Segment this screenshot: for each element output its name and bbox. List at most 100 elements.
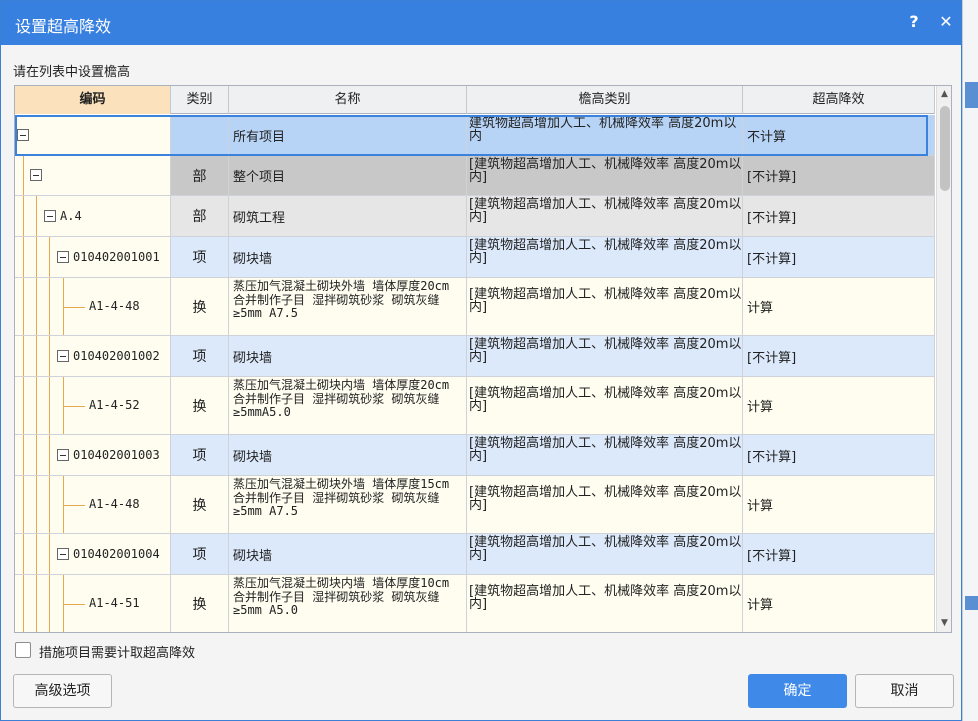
eaves-category-cell[interactable]: [建筑物超高增加人工、机械降效率 高度20m以内] [467, 476, 743, 534]
code-text: A1-4-48 [89, 497, 140, 511]
table-row[interactable]: A1-4-51 换蒸压加气混凝土砌块内墙 墙体厚度10cm 合并制作子目 湿拌砌筑… [15, 575, 935, 632]
code-cell[interactable] [15, 156, 171, 196]
type-cell[interactable] [171, 115, 229, 156]
name-cell[interactable]: 蒸压加气混凝土砌块外墙 墙体厚度20cm 合并制作子目 湿拌砌筑砂浆 砌筑灰缝≥… [229, 278, 467, 336]
scroll-down-icon[interactable]: ▼ [941, 618, 948, 628]
tree-line [23, 534, 24, 574]
table-row[interactable]: A1-4-52 换蒸压加气混凝土砌块内墙 墙体厚度20cm 合并制作子目 湿拌砌筑… [15, 377, 935, 435]
type-cell[interactable]: 项 [171, 336, 229, 377]
column-header-effect[interactable]: 超高降效 [743, 86, 935, 114]
table-row[interactable]: 010402001001 项砌块墙 [建筑物超高增加人工、机械降效率 高度20m以内… [15, 237, 935, 278]
advanced-options-button[interactable]: 高级选项 [13, 674, 112, 708]
code-cell[interactable]: A1-4-48 [15, 476, 171, 534]
ok-button[interactable]: 确定 [748, 674, 847, 708]
vertical-scrollbar[interactable]: ▲ ▼ [936, 86, 951, 632]
code-text: A1-4-52 [89, 398, 140, 412]
reduction-effect-cell[interactable]: [不计算] [743, 196, 935, 237]
reduction-effect-cell[interactable]: 计算 [743, 278, 935, 336]
column-header-code[interactable]: 编码 [15, 86, 171, 114]
table-row[interactable]: 010402001002 项砌块墙 [建筑物超高增加人工、机械降效率 高度20m以内… [15, 336, 935, 377]
eaves-category-cell[interactable]: [建筑物超高增加人工、机械降效率 高度20m以内] [467, 435, 743, 476]
reduction-effect-cell[interactable]: [不计算] [743, 336, 935, 377]
reduction-effect-cell[interactable]: 计算 [743, 476, 935, 534]
table-row[interactable]: 所有项目 建筑物超高增加人工、机械降效率 高度20m以内 不计算 [15, 115, 935, 156]
type-cell[interactable]: 项 [171, 237, 229, 278]
reduction-effect-cell[interactable]: [不计算] [743, 435, 935, 476]
reduction-effect-cell[interactable]: [不计算] [743, 237, 935, 278]
code-cell[interactable]: 010402001003 [15, 435, 171, 476]
close-icon[interactable]: ✕ [935, 11, 957, 33]
name-cell[interactable]: 砌块墙 [229, 336, 467, 377]
collapse-icon[interactable] [57, 449, 69, 461]
scroll-up-icon[interactable]: ▲ [941, 89, 948, 99]
name-cell[interactable]: 蒸压加气混凝土砌块内墙 墙体厚度10cm 合并制作子目 湿拌砌筑砂浆 砌筑灰缝≥… [229, 575, 467, 632]
code-text: 010402001003 [73, 448, 160, 462]
table-row[interactable]: 010402001003 项砌块墙 [建筑物超高增加人工、机械降效率 高度20m以内… [15, 435, 935, 476]
code-cell[interactable]: A1-4-51 [15, 575, 171, 632]
cancel-button[interactable]: 取消 [855, 674, 954, 708]
type-cell[interactable]: 部 [171, 196, 229, 237]
help-icon[interactable]: ? [903, 11, 925, 33]
name-cell[interactable]: 蒸压加气混凝土砌块内墙 墙体厚度20cm 合并制作子目 湿拌砌筑砂浆 砌筑灰缝≥… [229, 377, 467, 435]
collapse-icon[interactable] [30, 169, 42, 181]
column-header-name[interactable]: 名称 [229, 86, 467, 114]
tree-line [49, 575, 50, 632]
measure-items-checkbox[interactable] [15, 642, 31, 658]
type-cell[interactable]: 部 [171, 156, 229, 196]
background-block [965, 82, 978, 108]
eaves-category-cell[interactable]: 建筑物超高增加人工、机械降效率 高度20m以内 [467, 115, 743, 156]
type-cell[interactable]: 换 [171, 575, 229, 632]
reduction-effect-cell[interactable]: 计算 [743, 575, 935, 632]
table-row[interactable]: A.4 部砌筑工程 [建筑物超高增加人工、机械降效率 高度20m以内] [不计算] [15, 196, 935, 237]
eaves-category-cell[interactable]: [建筑物超高增加人工、机械降效率 高度20m以内] [467, 278, 743, 336]
name-cell[interactable]: 所有项目 [229, 115, 467, 156]
reduction-effect-cell[interactable]: 不计算 [743, 115, 935, 156]
tree-line [23, 377, 24, 434]
collapse-icon[interactable] [17, 129, 29, 141]
column-header-category[interactable]: 檐高类别 [467, 86, 743, 114]
name-cell[interactable]: 砌块墙 [229, 534, 467, 575]
scroll-thumb[interactable] [940, 106, 950, 191]
eaves-category-cell[interactable]: [建筑物超高增加人工、机械降效率 高度20m以内] [467, 156, 743, 196]
collapse-icon[interactable] [57, 350, 69, 362]
name-cell[interactable]: 砌筑工程 [229, 196, 467, 237]
eaves-category-cell[interactable]: [建筑物超高增加人工、机械降效率 高度20m以内] [467, 196, 743, 237]
table-row[interactable]: 部整个项目 [建筑物超高增加人工、机械降效率 高度20m以内] [不计算] [15, 156, 935, 196]
tree-line [49, 534, 50, 574]
table-row[interactable]: 010402001004 项砌块墙 [建筑物超高增加人工、机械降效率 高度20m以内… [15, 534, 935, 575]
eaves-category-cell[interactable]: [建筑物超高增加人工、机械降效率 高度20m以内] [467, 237, 743, 278]
tree-line [49, 278, 50, 335]
table-row[interactable]: A1-4-48 换蒸压加气混凝土砌块外墙 墙体厚度15cm 合并制作子目 湿拌砌筑… [15, 476, 935, 534]
name-cell[interactable]: 砌块墙 [229, 237, 467, 278]
type-cell[interactable]: 换 [171, 476, 229, 534]
type-cell[interactable]: 项 [171, 435, 229, 476]
eaves-category-cell[interactable]: [建筑物超高增加人工、机械降效率 高度20m以内] [467, 336, 743, 377]
name-cell[interactable]: 砌块墙 [229, 435, 467, 476]
tree-line [23, 575, 24, 632]
type-cell[interactable]: 换 [171, 377, 229, 435]
name-cell[interactable]: 整个项目 [229, 156, 467, 196]
type-cell[interactable]: 换 [171, 278, 229, 336]
eaves-category-cell[interactable]: [建筑物超高增加人工、机械降效率 高度20m以内] [467, 377, 743, 435]
code-cell[interactable]: A1-4-48 [15, 278, 171, 336]
code-cell[interactable]: 010402001001 [15, 237, 171, 278]
code-cell[interactable]: 010402001004 [15, 534, 171, 575]
settings-dialog: 设置超高降效 ? ✕ 请在列表中设置檐高 编码 类别 名称 檐高类别 超高降效 … [0, 0, 962, 721]
reduction-effect-cell[interactable]: 计算 [743, 377, 935, 435]
collapse-icon[interactable] [57, 548, 69, 560]
title-bar: 设置超高降效 ? ✕ [1, 1, 961, 45]
type-cell[interactable]: 项 [171, 534, 229, 575]
reduction-effect-cell[interactable]: [不计算] [743, 156, 935, 196]
name-cell[interactable]: 蒸压加气混凝土砌块外墙 墙体厚度15cm 合并制作子目 湿拌砌筑砂浆 砌筑灰缝≥… [229, 476, 467, 534]
column-header-type[interactable]: 类别 [171, 86, 229, 114]
code-cell[interactable]: A1-4-52 [15, 377, 171, 435]
collapse-icon[interactable] [57, 251, 69, 263]
eaves-category-cell[interactable]: [建筑物超高增加人工、机械降效率 高度20m以内] [467, 534, 743, 575]
collapse-icon[interactable] [44, 210, 56, 222]
code-cell[interactable]: A.4 [15, 196, 171, 237]
code-cell[interactable] [15, 115, 171, 156]
table-row[interactable]: A1-4-48 换蒸压加气混凝土砌块外墙 墙体厚度20cm 合并制作子目 湿拌砌筑… [15, 278, 935, 336]
code-cell[interactable]: 010402001002 [15, 336, 171, 377]
reduction-effect-cell[interactable]: [不计算] [743, 534, 935, 575]
eaves-category-cell[interactable]: [建筑物超高增加人工、机械降效率 高度20m以内] [467, 575, 743, 632]
